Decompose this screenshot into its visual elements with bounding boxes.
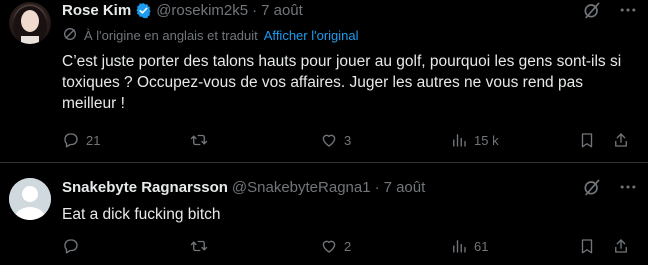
- verified-badge-icon: [135, 2, 152, 19]
- timestamp[interactable]: 7 août: [261, 2, 303, 19]
- bookmark-icon: [581, 133, 593, 148]
- avatar[interactable]: [9, 178, 51, 220]
- bookmark-button[interactable]: [578, 130, 596, 150]
- tweet-rose-kim[interactable]: Rose Kim @rosekim2k5 · 7 août À l'origin…: [0, 0, 648, 160]
- translation-text: À l'origine en anglais et traduit: [84, 27, 258, 43]
- views-count: 15 k: [474, 132, 499, 148]
- reply-icon: [64, 239, 78, 254]
- views-icon: [453, 240, 466, 253]
- divider: [0, 162, 648, 163]
- tweet-header: Rose Kim @rosekim2k5 · 7 août: [62, 0, 303, 20]
- avatar[interactable]: [9, 2, 51, 44]
- timestamp[interactable]: 7 août: [384, 179, 426, 196]
- reply-button[interactable]: 21: [62, 130, 100, 150]
- like-count: 3: [344, 132, 352, 148]
- views-button[interactable]: 61: [450, 236, 488, 256]
- like-button[interactable]: 3: [320, 130, 351, 150]
- translate-icon: [62, 26, 78, 45]
- grok-icon[interactable]: [582, 0, 602, 20]
- like-count: 2: [344, 238, 352, 254]
- views-icon: [453, 134, 466, 147]
- tweet-actions: 21 3 15 k: [62, 130, 638, 150]
- tweet-actions: 2 61: [62, 236, 638, 256]
- bookmark-icon: [581, 239, 593, 254]
- translation-note: À l'origine en anglais et traduit Affich…: [62, 26, 359, 44]
- retweet-icon: [190, 240, 208, 252]
- reply-icon: [64, 133, 78, 148]
- like-icon: [322, 134, 336, 147]
- tweet-header: Snakebyte Ragnarsson @SnakebyteRagna1 · …: [62, 177, 425, 197]
- reply-button[interactable]: [62, 236, 86, 256]
- separator-dot: ·: [374, 178, 380, 196]
- handle[interactable]: @SnakebyteRagna1: [232, 179, 371, 196]
- retweet-button[interactable]: [190, 130, 214, 150]
- retweet-button[interactable]: [190, 236, 214, 256]
- more-icon[interactable]: [618, 0, 638, 20]
- grok-icon[interactable]: [582, 177, 602, 197]
- reply-count: 21: [86, 132, 101, 148]
- like-icon: [322, 240, 336, 253]
- handle[interactable]: @rosekim2k5: [156, 2, 248, 19]
- share-button[interactable]: [612, 130, 630, 150]
- views-button[interactable]: 15 k: [450, 130, 499, 150]
- bookmark-button[interactable]: [578, 236, 596, 256]
- more-icon[interactable]: [618, 177, 638, 197]
- separator-dot: ·: [252, 1, 258, 19]
- tweet-snakebyte[interactable]: Snakebyte Ragnarsson @SnakebyteRagna1 · …: [0, 166, 648, 265]
- share-icon: [615, 133, 627, 147]
- share-icon: [615, 239, 627, 253]
- display-name[interactable]: Snakebyte Ragnarsson: [62, 179, 228, 196]
- share-button[interactable]: [612, 236, 630, 256]
- show-original-link[interactable]: Afficher l'original: [264, 28, 359, 43]
- like-button[interactable]: 2: [320, 236, 351, 256]
- views-count: 61: [474, 238, 489, 254]
- display-name[interactable]: Rose Kim: [62, 2, 131, 19]
- retweet-icon: [190, 134, 208, 146]
- tweet-text: C’est juste porter des talons hauts pour…: [62, 53, 622, 112]
- tweet-text: Eat a dick fucking bitch: [62, 206, 221, 223]
